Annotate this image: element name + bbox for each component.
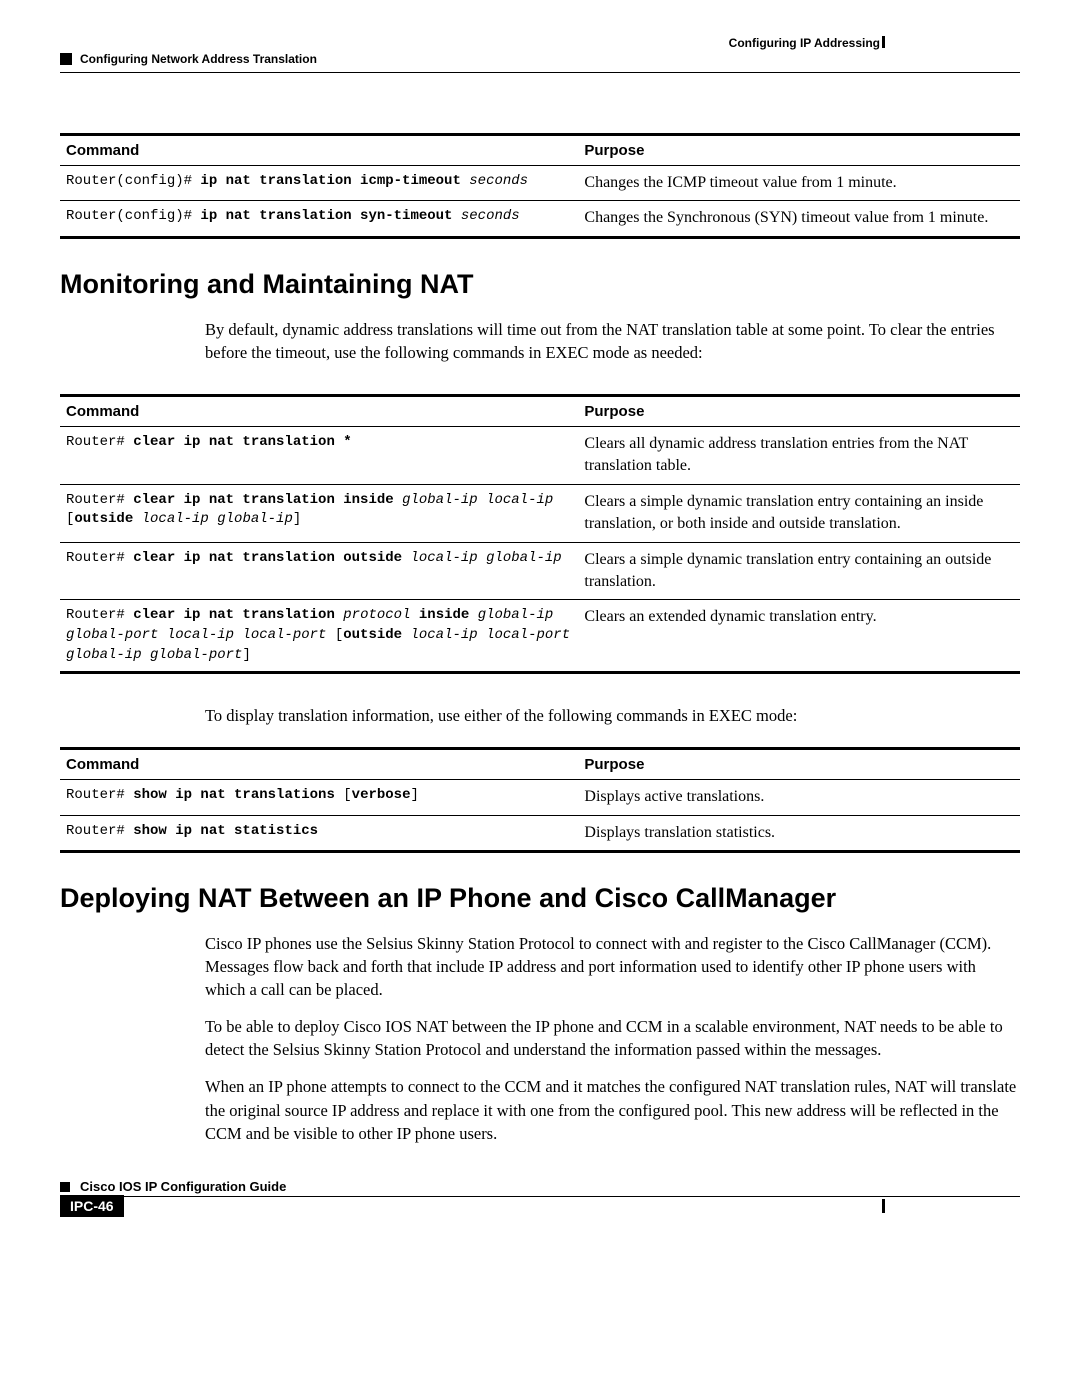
body-paragraph: To display translation information, use … [60,704,1020,727]
footer-title: Cisco IOS IP Configuration Guide [80,1179,286,1194]
section-heading-deploying: Deploying NAT Between an IP Phone and Ci… [60,883,1020,914]
th-command: Command [60,749,578,780]
table-row: Router# clear ip nat translation * Clear… [60,426,1020,484]
th-purpose: Purpose [578,135,1020,166]
page-number: IPC-46 [60,1195,124,1217]
square-icon [60,1182,70,1192]
running-head-left: Configuring Network Address Translation [60,52,1020,66]
table-row: Router(config)# ip nat translation icmp-… [60,166,1020,201]
table-row: Router# clear ip nat translation inside … [60,484,1020,542]
command-table-1: Command Purpose Router(config)# ip nat t… [60,133,1020,239]
command-table-2: Command Purpose Router# clear ip nat tra… [60,394,1020,674]
footer-rule [60,1196,1020,1197]
footer-bar-icon [882,1199,885,1213]
table-row: Router# show ip nat translations [verbos… [60,780,1020,815]
running-head-left-text: Configuring Network Address Translation [80,52,317,66]
body-paragraph: Cisco IP phones use the Selsius Skinny S… [60,932,1020,1001]
th-purpose: Purpose [578,395,1020,426]
table-row: Router# clear ip nat translation outside… [60,542,1020,600]
body-paragraph: When an IP phone attempts to connect to … [60,1075,1020,1144]
header-rule [60,72,1020,73]
table-row: Router(config)# ip nat translation syn-t… [60,201,1020,237]
body-paragraph: To be able to deploy Cisco IOS NAT betwe… [60,1015,1020,1061]
th-purpose: Purpose [578,749,1020,780]
table-row: Router# clear ip nat translation protoco… [60,600,1020,673]
square-icon [60,53,72,65]
header-bar-icon [882,36,885,48]
th-command: Command [60,135,578,166]
command-table-3: Command Purpose Router# show ip nat tran… [60,747,1020,853]
body-paragraph: By default, dynamic address translations… [60,318,1020,364]
running-head-right: Configuring IP Addressing [60,36,1020,50]
th-command: Command [60,395,578,426]
footer: Cisco IOS IP Configuration Guide [60,1179,1020,1197]
section-heading-monitoring: Monitoring and Maintaining NAT [60,269,1020,300]
table-row: Router# show ip nat statistics Displays … [60,815,1020,851]
